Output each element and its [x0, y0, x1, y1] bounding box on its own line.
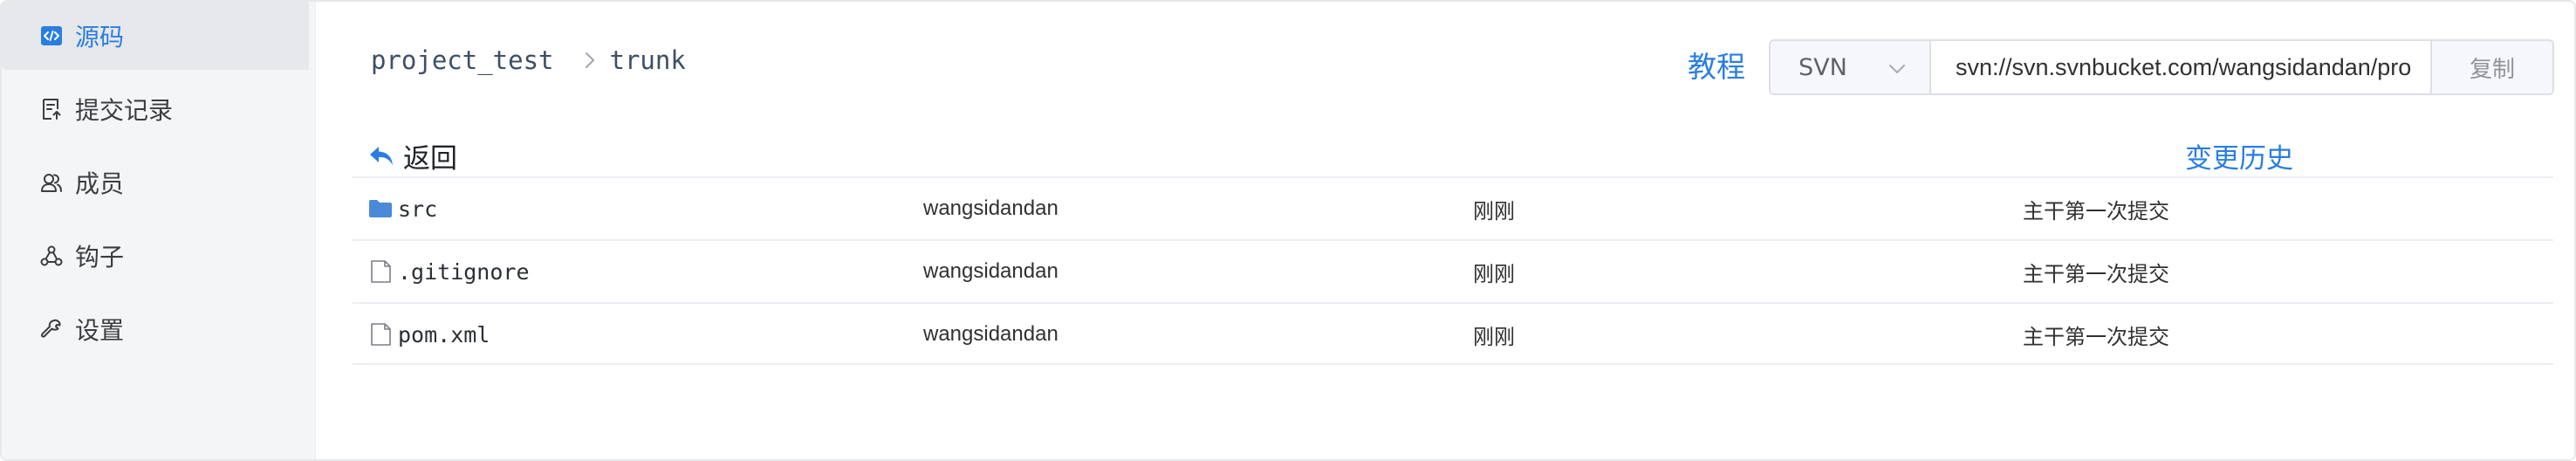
wrench-icon [38, 316, 65, 342]
sidebar-item-label: 源码 [75, 23, 125, 52]
change-history-link[interactable]: 变更历史 [2185, 136, 2293, 175]
back-button[interactable]: 返回 [368, 136, 457, 175]
folder-icon [368, 196, 394, 222]
repo-url-group: SVN 复制 [1769, 39, 2554, 95]
file-icon [368, 258, 394, 285]
file-author: wangsidandan [923, 259, 1058, 283]
sidebar-item-label: 成员 [75, 169, 125, 198]
sidebar-item-webhooks[interactable]: 钩子 [2, 222, 309, 290]
sidebar-item-label: 设置 [75, 316, 125, 345]
file-commit-message: 主干第一次提交 [2023, 198, 2169, 224]
table-row[interactable]: .gitignore wangsidandan 刚刚 主干第一次提交 [353, 239, 2553, 302]
repo-url-input[interactable] [1931, 41, 2430, 93]
members-icon [38, 169, 65, 196]
file-time: 刚刚 [1473, 324, 1515, 349]
sidebar-item-label: 提交记录 [75, 96, 174, 125]
file-time: 刚刚 [1473, 198, 1515, 224]
file-author: wangsidandan [923, 196, 1058, 220]
sidebar-item-commits[interactable]: 提交记录 [2, 75, 309, 143]
webhook-icon [38, 243, 65, 269]
breadcrumb-project[interactable]: project_test [371, 45, 554, 75]
file-author: wangsidandan [923, 322, 1058, 346]
sidebar-item-source[interactable]: 源码 [2, 2, 309, 70]
copy-button[interactable]: 复制 [2430, 41, 2552, 93]
sidebar-item-label: 钩子 [75, 243, 125, 272]
file-commit-message: 主干第一次提交 [2023, 261, 2169, 286]
vcs-type-value: SVN [1798, 53, 1847, 81]
back-arrow-icon [370, 146, 393, 165]
file-icon [368, 321, 394, 347]
tutorial-link[interactable]: 教程 [1688, 44, 1745, 86]
file-time: 刚刚 [1473, 261, 1515, 286]
file-name-cell[interactable]: src [368, 178, 437, 239]
sidebar-item-settings[interactable]: 设置 [2, 295, 309, 363]
chevron-down-icon [1887, 54, 1907, 81]
vcs-type-select[interactable]: SVN [1771, 41, 1931, 93]
file-name-cell[interactable]: pom.xml [368, 304, 490, 365]
file-table: src wangsidandan 刚刚 主干第一次提交 .gitignore w… [353, 176, 2553, 365]
table-row[interactable]: pom.xml wangsidandan 刚刚 主干第一次提交 [353, 302, 2553, 365]
file-name: pom.xml [398, 321, 490, 347]
file-name-cell[interactable]: .gitignore [368, 241, 530, 302]
table-row[interactable]: src wangsidandan 刚刚 主干第一次提交 [353, 176, 2553, 239]
sidebar-item-members[interactable]: 成员 [2, 148, 309, 217]
breadcrumb: project_test trunk [371, 45, 686, 75]
sidebar: 源码 提交记录 成员 钩子 设置 [2, 2, 316, 459]
back-label: 返回 [403, 143, 457, 175]
file-commit-message: 主干第一次提交 [2023, 324, 2169, 349]
breadcrumb-branch[interactable]: trunk [610, 45, 686, 75]
app-frame: 源码 提交记录 成员 钩子 设置 project_test trunk 教程 S… [0, 0, 2576, 461]
file-name: src [398, 196, 438, 222]
file-name: .gitignore [398, 258, 530, 285]
commit-log-icon [38, 96, 65, 122]
chevron-right-icon [582, 51, 598, 70]
code-icon [38, 23, 65, 49]
